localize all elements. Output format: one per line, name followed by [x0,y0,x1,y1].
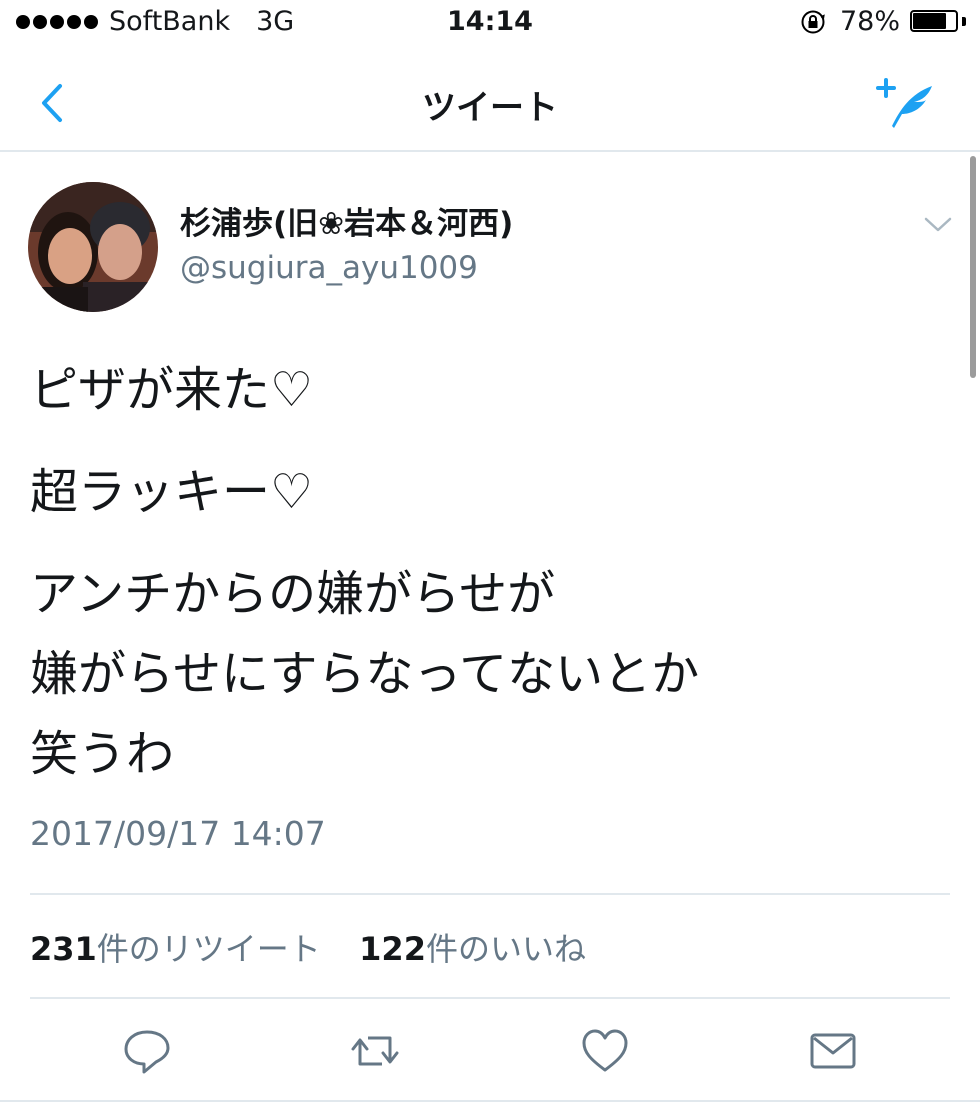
reply-icon [124,1030,170,1074]
rotation-lock-icon [801,10,825,33]
tweet-line: アンチからの嫌がらせが [30,566,556,622]
divider [0,1100,980,1102]
divider [30,893,950,895]
status-bar: SoftBank 3G 14:14 78% [0,0,980,50]
envelope-icon [810,1033,856,1069]
retweet-stat[interactable]: 231件のリツイート [30,930,321,968]
tweet-line: ピザが来た♡ [30,362,314,418]
like-button[interactable] [580,1026,630,1076]
battery-icon [910,9,966,34]
avatar[interactable] [28,182,158,312]
nav-bar: ツイート [0,50,980,152]
tweet-options-button[interactable] [920,206,956,242]
tweet-timestamp: 2017/09/17 14:07 [30,814,326,853]
like-count: 122 [359,930,426,968]
reply-button[interactable] [122,1026,172,1076]
like-label: 件のいいね [425,930,586,968]
tweet-line: 笑うわ [30,726,175,782]
username[interactable]: @sugiura_ayu1009 [180,250,478,286]
tweet-stats: 231件のリツイート 122件のいいね [30,924,586,970]
message-button[interactable] [808,1026,858,1076]
battery-percent: 78% [839,6,900,37]
like-stat[interactable]: 122件のいいね [359,930,586,968]
retweet-button[interactable] [350,1026,400,1076]
retweet-count: 231 [30,930,97,968]
tweet-text: ピザが来た♡ 超ラッキー♡ アンチからの嫌がらせが 嫌がらせにすらなってないとか… [30,350,950,794]
retweet-label: 件のリツイート [96,930,321,968]
scrollbar[interactable] [970,156,976,378]
tweet-line: 嫌がらせにすらなってないとか [30,646,700,702]
profile-photo [28,182,158,312]
display-name[interactable]: 杉浦歩(旧❀岩本＆河西) [180,198,513,243]
compose-quill-icon [876,78,932,128]
page-title: ツイート [422,88,558,128]
retweet-icon [351,1036,399,1066]
tweet-actions [0,1022,980,1082]
status-right: 78% [800,6,966,37]
heart-icon [582,1029,628,1072]
chevron-down-icon [924,217,952,232]
compose-tweet-button[interactable] [874,74,944,134]
divider [30,997,950,999]
tweet-line: 超ラッキー♡ [30,464,314,520]
